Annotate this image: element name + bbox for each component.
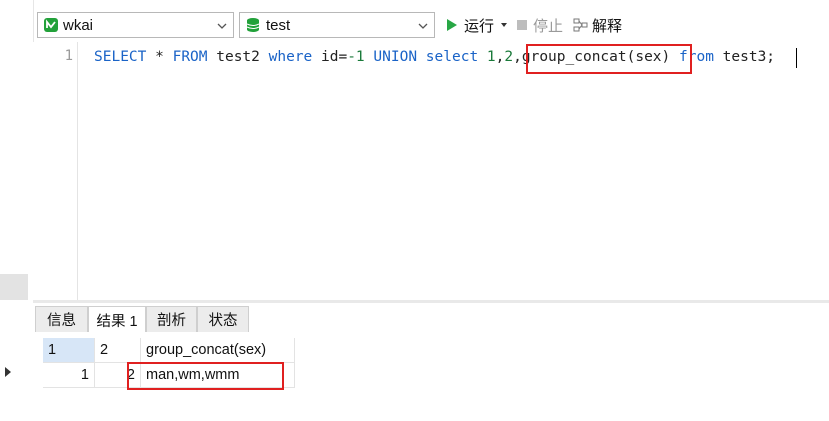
sql-editor[interactable]: 1 SELECT * FROM test2 where id=-1 UNION …: [33, 42, 829, 300]
text-cursor: [796, 48, 797, 68]
left-panel-selection: [0, 274, 28, 300]
code-token: 1: [486, 49, 496, 65]
database-icon: [246, 18, 260, 32]
tab-info[interactable]: 信息: [35, 306, 88, 332]
code-token: select: [425, 49, 479, 65]
result-highlight-box: [127, 362, 284, 390]
code-token: -1: [347, 49, 365, 65]
stop-button[interactable]: 停止: [516, 14, 563, 36]
database-select[interactable]: test: [239, 12, 435, 38]
current-row-indicator: [5, 367, 11, 377]
stop-icon: [517, 20, 527, 30]
explain-label: 解释: [592, 17, 623, 35]
code-token: FROM: [172, 49, 208, 65]
code-token: id=: [312, 49, 348, 65]
connection-name: wkai: [63, 16, 94, 34]
code-token: where: [268, 49, 313, 65]
run-dropdown-button[interactable]: [500, 14, 508, 36]
line-number-gutter: 1: [33, 42, 78, 300]
left-panel-strip: [0, 0, 34, 421]
run-label: 运行: [464, 17, 495, 35]
tab-profile[interactable]: 剖析: [146, 306, 197, 332]
code-token: SELECT: [94, 49, 147, 65]
caret-down-icon: [501, 23, 507, 27]
code-token: 2: [504, 49, 514, 65]
result-grid: 1 2 group_concat(sex) 1 2 man,wm,wmm: [33, 332, 829, 421]
column-header[interactable]: 2: [95, 338, 141, 363]
group-concat-highlight-box: [526, 44, 692, 74]
code-token: test3;: [713, 49, 776, 65]
code-token: test2: [207, 49, 269, 65]
line-number: 1: [64, 48, 73, 64]
explain-button[interactable]: 解释: [573, 14, 622, 36]
column-header[interactable]: 1: [43, 338, 95, 363]
result-tabs: 信息 结果 1 剖析 状态: [33, 303, 829, 333]
code-token: *: [146, 49, 173, 65]
connection-select[interactable]: wkai: [37, 12, 234, 38]
tab-result-1[interactable]: 结果 1: [88, 306, 146, 333]
query-toolbar: wkai test 运行 停止 解释: [33, 8, 829, 42]
play-icon: [447, 19, 457, 31]
tab-status[interactable]: 状态: [197, 306, 249, 332]
chevron-down-icon: [418, 23, 428, 29]
chevron-down-icon: [217, 23, 227, 29]
code-token: UNION: [373, 49, 418, 65]
column-header[interactable]: group_concat(sex): [141, 338, 295, 363]
table-cell[interactable]: 1: [43, 363, 95, 388]
stop-label: 停止: [533, 17, 564, 35]
database-name: test: [266, 16, 291, 34]
explain-icon: [573, 18, 588, 32]
connection-icon: [44, 18, 58, 32]
run-button[interactable]: 运行: [446, 14, 494, 36]
